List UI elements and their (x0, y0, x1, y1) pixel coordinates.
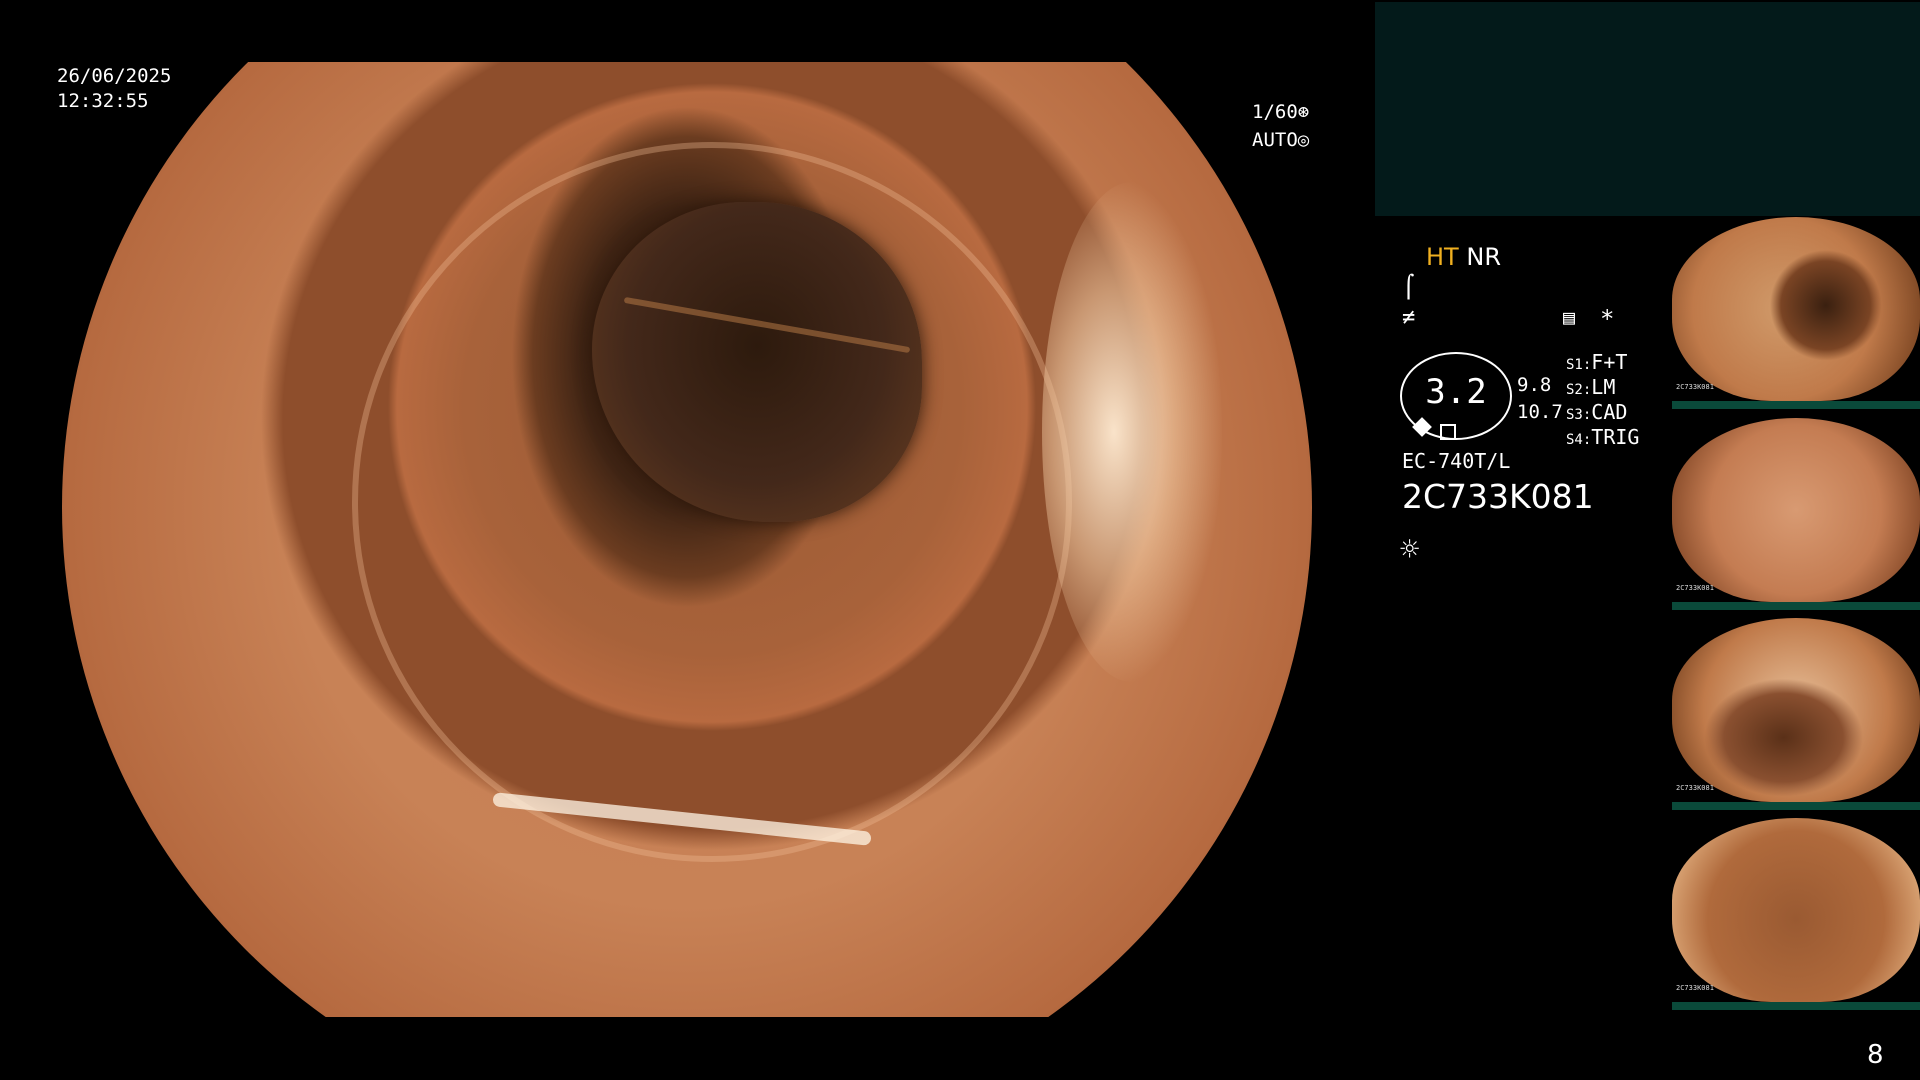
switch-label: TRIG (1591, 425, 1640, 449)
thumbnail-caption: 2C733K081 (1676, 584, 1714, 592)
scope-serial: 2C733K081 (1402, 477, 1594, 516)
color-enhance-icon: ≠ (1402, 305, 1416, 330)
capture-thumbnail[interactable]: 2C733K081 (1672, 418, 1920, 610)
memory-icon: ▤ (1563, 305, 1576, 329)
light-icon: ☼ (1400, 530, 1420, 568)
switch-key: S1: (1566, 357, 1592, 373)
capture-thumbnail[interactable]: 2C733K081 (1672, 217, 1920, 409)
endoscope-view (62, 62, 1312, 1017)
capture-thumbnail[interactable]: 2C733K081 (1672, 618, 1920, 810)
thumbnail-image (1672, 418, 1920, 602)
switch-s4: S4:TRIG (1566, 425, 1639, 449)
zoom-value: 3.2 (1425, 372, 1487, 412)
thumbnail-caption: 2C733K081 (1676, 784, 1714, 792)
thumbnail-caption: 2C733K081 (1676, 383, 1714, 391)
switch-key: S4: (1566, 432, 1592, 448)
zoom-secondary-value: 9.8 (1517, 374, 1552, 396)
thumbnail-image (1672, 217, 1920, 401)
iris-readout: AUTO◎ (1252, 129, 1310, 151)
zoom-frame-icon (1440, 424, 1456, 440)
asterisk-icon: * (1600, 305, 1615, 333)
info-header-panel (1375, 2, 1920, 216)
endoscope-image (62, 62, 1312, 1017)
shutter-readout: 1/60⊛ (1252, 101, 1310, 123)
structure-enhance-icon: ⌠ (1402, 275, 1416, 300)
switch-key: S2: (1566, 382, 1592, 398)
thumbnail-image (1672, 618, 1920, 802)
switch-s1: S1:F+T (1566, 350, 1627, 374)
switch-label: CAD (1591, 400, 1628, 424)
switch-label: LM (1591, 375, 1616, 399)
light-glare (1042, 182, 1222, 682)
thumbnail-caption: 2C733K081 (1676, 984, 1714, 992)
capture-thumbnail[interactable]: 2C733K081 (1672, 818, 1920, 1010)
switch-label: F+T (1591, 350, 1628, 374)
switch-key: S3: (1566, 407, 1592, 423)
ht-indicator: HT (1426, 243, 1459, 271)
zoom-tertiary-value: 10.7 (1517, 401, 1563, 423)
switch-s3: S3:CAD (1566, 400, 1627, 424)
enhancement-status: HT NR (1426, 243, 1501, 271)
time-readout: 12:32:55 (57, 90, 149, 112)
switch-s2: S2:LM (1566, 375, 1615, 399)
nr-indicator: NR (1466, 243, 1501, 271)
scope-model: EC-740T/L (1402, 449, 1511, 473)
page-number: 8 (1867, 1040, 1884, 1070)
thumbnail-image (1672, 818, 1920, 1002)
date-readout: 26/06/2025 (57, 65, 172, 87)
